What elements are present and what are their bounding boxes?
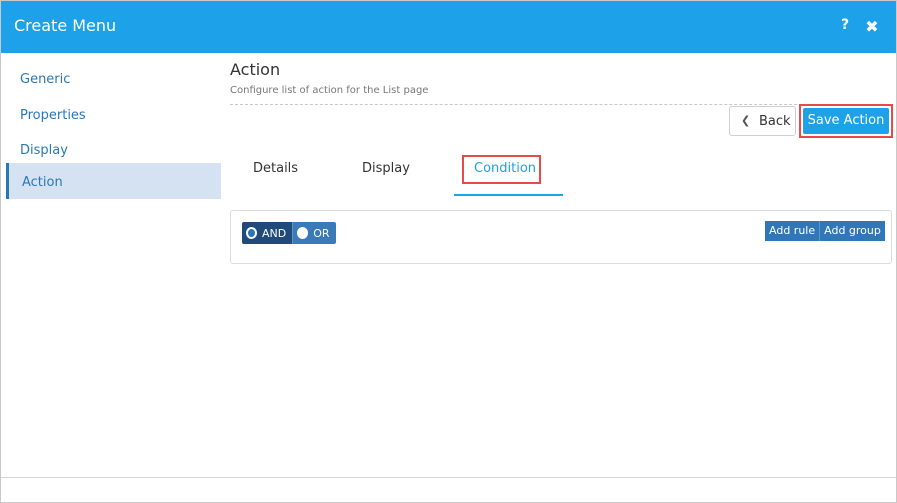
and-label: AND xyxy=(262,226,287,240)
save-action-button[interactable]: Save Action xyxy=(803,108,889,134)
tab-condition-label: Condition xyxy=(474,161,537,176)
chevron-left-icon: ❮ xyxy=(741,114,751,127)
close-icon[interactable]: ✖ xyxy=(863,17,881,37)
save-action-highlight: Save Action xyxy=(799,104,893,138)
sidebar-item-label: Properties xyxy=(20,108,86,123)
sidebar-item-label: Action xyxy=(22,175,63,190)
sidebar-item-generic[interactable]: Generic xyxy=(6,60,221,96)
add-group-button[interactable]: Add group xyxy=(819,221,885,241)
active-tab-indicator xyxy=(454,194,563,196)
sidebar-item-action[interactable]: Action xyxy=(6,163,221,199)
or-button[interactable]: OR xyxy=(292,222,336,244)
back-button[interactable]: ❮ Back xyxy=(729,106,796,136)
sidebar-item-properties[interactable]: Properties xyxy=(6,96,221,132)
and-button[interactable]: AND xyxy=(242,222,293,244)
radio-unchecked-icon xyxy=(297,227,309,239)
page-title: Action xyxy=(230,60,281,79)
page-subtitle: Configure list of action for the List pa… xyxy=(230,85,429,96)
or-label: OR xyxy=(313,226,330,240)
sidebar-item-display[interactable]: Display xyxy=(6,131,221,167)
divider xyxy=(230,104,892,105)
add-rule-button[interactable]: Add rule xyxy=(765,221,820,241)
sidebar-item-label: Display xyxy=(20,143,68,158)
and-or-toggle: AND OR xyxy=(242,222,336,244)
footer-divider xyxy=(1,477,896,478)
query-builder-actions: Add rule Add group xyxy=(765,221,885,241)
sidebar-item-label: Generic xyxy=(20,72,71,87)
title-bar: Create Menu ? ✖ xyxy=(1,1,896,53)
query-builder-panel: AND OR Add rule Add group xyxy=(230,210,892,264)
radio-checked-icon xyxy=(246,227,257,239)
help-icon[interactable]: ? xyxy=(837,17,853,35)
back-button-label: Back xyxy=(759,114,791,129)
create-menu-dialog: Create Menu ? ✖ Generic Properties Displ… xyxy=(0,0,897,503)
dialog-title: Create Menu xyxy=(14,16,117,35)
tab-display[interactable]: Display xyxy=(362,161,410,176)
tab-condition[interactable]: Condition xyxy=(462,155,541,184)
tab-details[interactable]: Details xyxy=(253,161,298,176)
